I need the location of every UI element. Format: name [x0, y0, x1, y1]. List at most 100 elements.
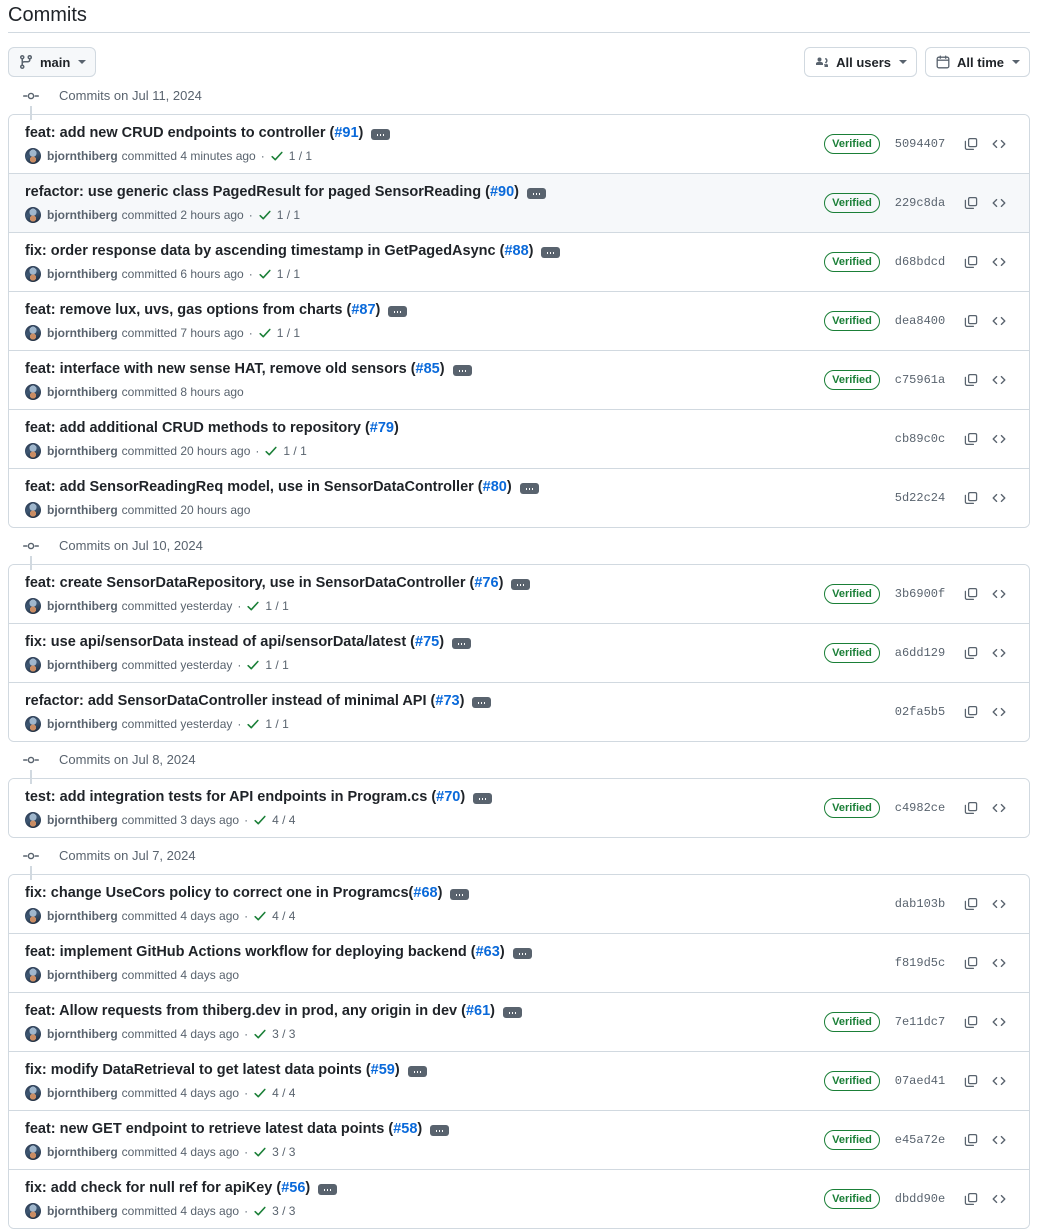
code-icon[interactable] — [985, 249, 1013, 275]
commit-sha[interactable]: 5094407 — [883, 137, 957, 151]
commit-author-link[interactable]: bjornthiberg — [47, 324, 118, 342]
code-icon[interactable] — [985, 426, 1013, 452]
expand-commit-message-button[interactable] — [503, 1007, 523, 1018]
avatar[interactable] — [25, 325, 41, 341]
code-icon[interactable] — [985, 1068, 1013, 1094]
commit-sha[interactable]: dbdd90e — [883, 1192, 957, 1206]
expand-commit-message-button[interactable] — [452, 638, 472, 649]
copy-icon[interactable] — [957, 699, 985, 725]
expand-commit-message-button[interactable] — [318, 1184, 338, 1195]
verified-badge[interactable]: Verified — [824, 643, 880, 663]
commit-title-link[interactable]: feat: interface with new sense HAT, remo… — [25, 359, 445, 380]
commit-author-link[interactable]: bjornthiberg — [47, 265, 118, 283]
commit-title-link[interactable]: fix: add check for null ref for apiKey (… — [25, 1178, 310, 1199]
check-success-icon[interactable] — [253, 1086, 267, 1100]
avatar[interactable] — [25, 967, 41, 983]
commit-sha[interactable]: 5d22c24 — [883, 491, 957, 505]
code-icon[interactable] — [985, 1186, 1013, 1212]
commit-title-link[interactable]: feat: add new CRUD endpoints to controll… — [25, 123, 363, 144]
copy-icon[interactable] — [957, 640, 985, 666]
commit-title-link[interactable]: fix: order response data by ascending ti… — [25, 241, 533, 262]
copy-icon[interactable] — [957, 891, 985, 917]
commit-author-link[interactable]: bjornthiberg — [47, 1084, 118, 1102]
pull-request-link[interactable]: #70 — [436, 789, 460, 805]
code-icon[interactable] — [985, 190, 1013, 216]
commit-row[interactable]: fix: order response data by ascending ti… — [9, 232, 1029, 291]
avatar[interactable] — [25, 207, 41, 223]
copy-icon[interactable] — [957, 950, 985, 976]
avatar[interactable] — [25, 908, 41, 924]
code-icon[interactable] — [985, 795, 1013, 821]
expand-commit-message-button[interactable] — [541, 247, 561, 258]
commit-title-link[interactable]: feat: remove lux, uvs, gas options from … — [25, 300, 380, 321]
expand-commit-message-button[interactable] — [407, 1066, 427, 1077]
commit-title-link[interactable]: refactor: add SensorDataController inste… — [25, 691, 464, 712]
avatar[interactable] — [25, 148, 41, 164]
copy-icon[interactable] — [957, 131, 985, 157]
user-filter-button[interactable]: All users — [804, 47, 918, 77]
expand-commit-message-button[interactable] — [473, 793, 493, 804]
expand-commit-message-button[interactable] — [450, 889, 470, 900]
check-success-icon[interactable] — [246, 658, 260, 672]
commit-author-link[interactable]: bjornthiberg — [47, 966, 118, 984]
check-success-icon[interactable] — [270, 149, 284, 163]
avatar[interactable] — [25, 1026, 41, 1042]
code-icon[interactable] — [985, 950, 1013, 976]
commit-title-link[interactable]: feat: add additional CRUD methods to rep… — [25, 418, 399, 439]
copy-icon[interactable] — [957, 1186, 985, 1212]
copy-icon[interactable] — [957, 190, 985, 216]
commit-sha[interactable]: c75961a — [883, 373, 957, 387]
pull-request-link[interactable]: #56 — [281, 1180, 305, 1196]
commit-title-link[interactable]: test: add integration tests for API endp… — [25, 787, 465, 808]
pull-request-link[interactable]: #59 — [371, 1062, 395, 1078]
pull-request-link[interactable]: #63 — [476, 944, 500, 960]
commit-author-link[interactable]: bjornthiberg — [47, 907, 118, 925]
pull-request-link[interactable]: #88 — [504, 243, 528, 259]
avatar[interactable] — [25, 716, 41, 732]
verified-badge[interactable]: Verified — [824, 193, 880, 213]
commit-sha[interactable]: 02fa5b5 — [883, 705, 957, 719]
commit-sha[interactable]: 229c8da — [883, 196, 957, 210]
avatar[interactable] — [25, 502, 41, 518]
verified-badge[interactable]: Verified — [824, 134, 880, 154]
commit-row[interactable]: feat: implement GitHub Actions workflow … — [9, 933, 1029, 992]
avatar[interactable] — [25, 657, 41, 673]
code-icon[interactable] — [985, 891, 1013, 917]
commit-row[interactable]: feat: create SensorDataRepository, use i… — [9, 565, 1029, 623]
expand-commit-message-button[interactable] — [388, 306, 408, 317]
expand-commit-message-button[interactable] — [527, 188, 546, 199]
verified-badge[interactable]: Verified — [824, 370, 880, 390]
time-filter-button[interactable]: All time — [925, 47, 1030, 77]
commit-author-link[interactable]: bjornthiberg — [47, 656, 118, 674]
commit-row[interactable]: refactor: use generic class PagedResult … — [9, 173, 1029, 232]
check-success-icon[interactable] — [253, 1204, 267, 1218]
copy-icon[interactable] — [957, 1068, 985, 1094]
verified-badge[interactable]: Verified — [824, 252, 880, 272]
code-icon[interactable] — [985, 485, 1013, 511]
verified-badge[interactable]: Verified — [824, 1130, 880, 1150]
commit-sha[interactable]: a6dd129 — [883, 646, 957, 660]
check-success-icon[interactable] — [253, 909, 267, 923]
copy-icon[interactable] — [957, 1009, 985, 1035]
commit-author-link[interactable]: bjornthiberg — [47, 383, 118, 401]
commit-author-link[interactable]: bjornthiberg — [47, 1025, 118, 1043]
expand-commit-message-button[interactable] — [512, 948, 532, 959]
verified-badge[interactable]: Verified — [824, 1189, 880, 1209]
code-icon[interactable] — [985, 1127, 1013, 1153]
pull-request-link[interactable]: #80 — [483, 479, 507, 495]
copy-icon[interactable] — [957, 485, 985, 511]
pull-request-link[interactable]: #68 — [413, 885, 437, 901]
check-success-icon[interactable] — [253, 813, 267, 827]
code-icon[interactable] — [985, 131, 1013, 157]
commit-sha[interactable]: e45a72e — [883, 1133, 957, 1147]
commit-title-link[interactable]: fix: use api/sensorData instead of api/s… — [25, 632, 444, 653]
copy-icon[interactable] — [957, 367, 985, 393]
pull-request-link[interactable]: #75 — [415, 634, 439, 650]
commit-row[interactable]: fix: use api/sensorData instead of api/s… — [9, 623, 1029, 682]
copy-icon[interactable] — [957, 1127, 985, 1153]
code-icon[interactable] — [985, 640, 1013, 666]
commit-row[interactable]: feat: add additional CRUD methods to rep… — [9, 409, 1029, 468]
commit-author-link[interactable]: bjornthiberg — [47, 1202, 118, 1220]
check-success-icon[interactable] — [264, 444, 278, 458]
commit-row[interactable]: feat: add new CRUD endpoints to controll… — [9, 115, 1029, 173]
